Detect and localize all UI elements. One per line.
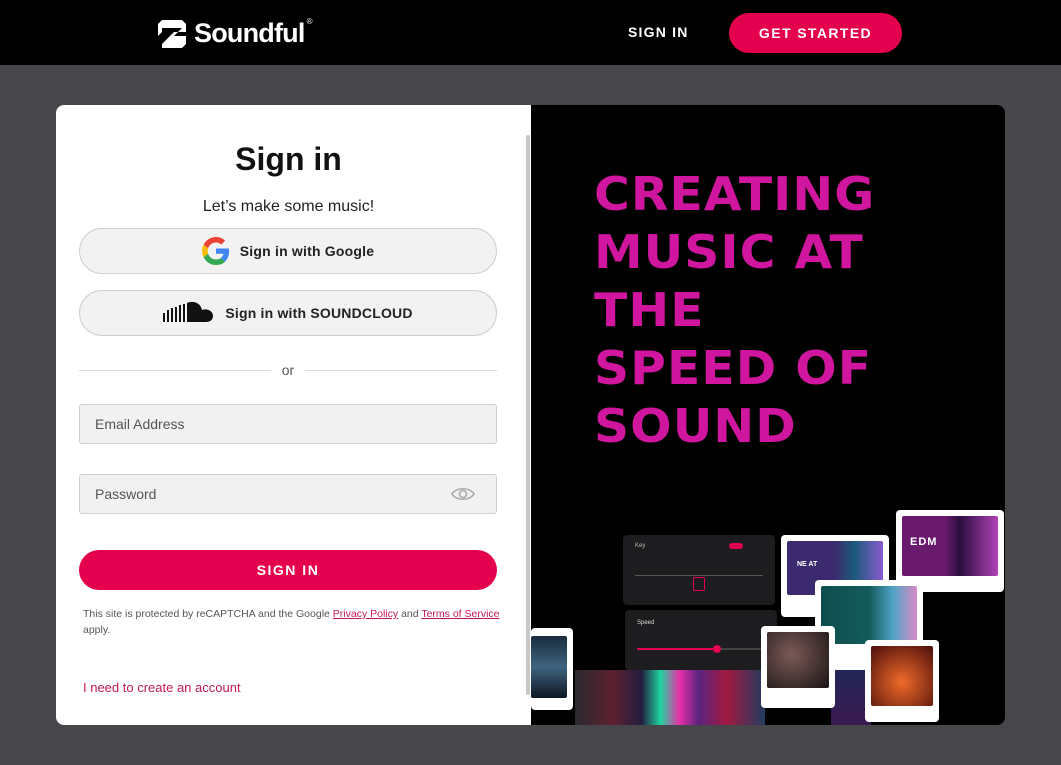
- page-title: Sign in: [235, 141, 342, 177]
- google-signin-button[interactable]: Sign in with Google: [79, 228, 497, 274]
- headline-line: SOUND: [594, 399, 797, 453]
- album-art: [531, 636, 567, 698]
- album-tile: [761, 626, 835, 708]
- headline-line: SPEED OF: [594, 341, 873, 395]
- headline-line: MUSIC AT: [594, 225, 864, 279]
- headline-line: THE: [594, 283, 705, 337]
- form-scrollbar[interactable]: [526, 135, 530, 695]
- promo-headline: CREATING MUSIC AT THE SPEED OF SOUND: [594, 165, 1005, 455]
- key-settings-panel: Key: [623, 535, 775, 605]
- soundcloud-icon: [163, 301, 214, 322]
- page-subtitle: Let’s make some music!: [202, 198, 375, 215]
- speed-fill: [637, 648, 717, 650]
- album-art: [767, 632, 829, 688]
- album-art: [821, 586, 917, 644]
- soundful-logo[interactable]: Soundful ®: [158, 17, 318, 49]
- key-label: Key: [635, 543, 646, 549]
- soundful-logo-icon: [158, 19, 186, 48]
- divider-line-left: [79, 370, 271, 371]
- headline-line: CREATING: [594, 167, 876, 221]
- signin-card: Sign in Let’s make some music! Sign in w…: [56, 105, 1005, 725]
- create-account-link[interactable]: I need to create an account: [83, 680, 241, 695]
- divider-or-text: or: [281, 362, 295, 378]
- sign-in-submit-button[interactable]: SIGN IN: [79, 550, 497, 590]
- promo-panel: CREATING MUSIC AT THE SPEED OF SOUND Key…: [531, 105, 1005, 725]
- album-tile: [865, 640, 939, 722]
- key-track: [635, 575, 763, 576]
- soundcloud-signin-button[interactable]: Sign in with SOUNDCLOUD: [79, 290, 497, 336]
- top-navigation: Soundful ® SIGN IN GET STARTED: [0, 0, 1061, 65]
- terms-of-service-link[interactable]: Terms of Service: [421, 608, 499, 620]
- speed-slider-handle: [713, 645, 721, 653]
- brand-name: Soundful: [194, 18, 305, 48]
- recaptcha-suffix: apply.: [83, 624, 111, 636]
- google-signin-label: Sign in with Google: [239, 243, 375, 259]
- album-tile: [531, 628, 573, 710]
- recaptcha-and: and: [398, 608, 422, 620]
- recaptcha-notice: This site is protected by reCAPTCHA and …: [83, 606, 501, 638]
- preview-thumbnail-strip: [575, 670, 765, 725]
- key-selector-knob: [693, 577, 705, 591]
- or-divider: or: [79, 361, 497, 381]
- divider-line-right: [305, 370, 497, 371]
- speed-settings-panel: Speed: [625, 610, 777, 670]
- signin-form-panel: Sign in Let’s make some music! Sign in w…: [56, 105, 531, 725]
- recaptcha-prefix: This site is protected by reCAPTCHA and …: [83, 608, 333, 620]
- google-icon: [201, 237, 229, 265]
- speed-label: Speed: [637, 620, 655, 626]
- soundcloud-signin-label: Sign in with SOUNDCLOUD: [225, 305, 413, 321]
- nav-sign-in-button[interactable]: SIGN IN: [628, 24, 689, 40]
- app-preview-collage: Key Speed NE AT EDM: [531, 500, 1005, 725]
- album-tile-label: EDM: [910, 536, 938, 548]
- password-field[interactable]: [79, 474, 497, 514]
- album-art: [871, 646, 933, 706]
- album-tile-label: NE AT: [797, 561, 818, 568]
- email-field[interactable]: [79, 404, 497, 444]
- show-password-eye-icon[interactable]: [451, 485, 475, 503]
- registered-mark-icon: ®: [306, 17, 313, 26]
- key-toggle: [729, 543, 743, 549]
- get-started-button[interactable]: GET STARTED: [729, 13, 902, 53]
- privacy-policy-link[interactable]: Privacy Policy: [333, 608, 398, 620]
